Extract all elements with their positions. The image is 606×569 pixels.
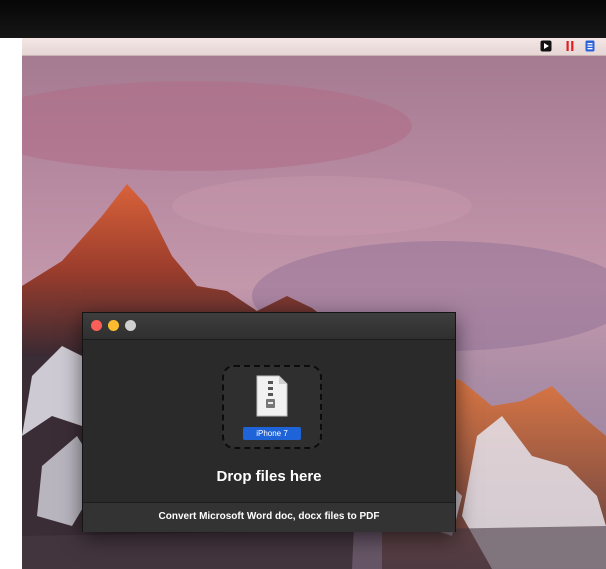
close-button[interactable] xyxy=(91,320,102,331)
pause-icon[interactable] xyxy=(564,40,576,52)
play-square-icon[interactable] xyxy=(540,40,552,52)
menu-bar xyxy=(22,38,606,56)
footer-description: Convert Microsoft Word doc, docx files t… xyxy=(158,511,380,522)
top-black-bar xyxy=(0,0,606,38)
document-icon[interactable] xyxy=(584,40,596,52)
app-window: iPhone 7 Drop files here Convert Microso… xyxy=(82,312,456,532)
file-name-label[interactable]: iPhone 7 xyxy=(243,427,301,440)
left-margin xyxy=(0,38,22,569)
drop-zone[interactable]: iPhone 7 xyxy=(222,365,322,449)
status-footer: Convert Microsoft Word doc, docx files t… xyxy=(83,502,455,532)
title-bar[interactable] xyxy=(83,313,455,340)
file-icon[interactable] xyxy=(255,375,289,417)
zoom-button[interactable] xyxy=(125,320,136,331)
drop-files-label: Drop files here xyxy=(216,468,322,485)
minimize-button[interactable] xyxy=(108,320,119,331)
screen: iPhone 7 Drop files here Convert Microso… xyxy=(0,0,606,569)
